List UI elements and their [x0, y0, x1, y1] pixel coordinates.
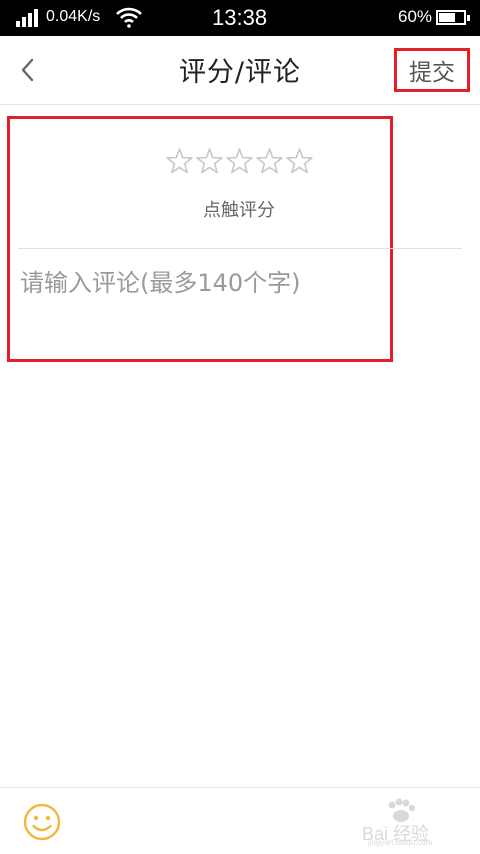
wifi-icon: [116, 7, 142, 28]
watermark-url: jingyan.baidu.com: [368, 838, 433, 847]
header: 评分/评论 提交: [0, 36, 480, 105]
star-icon[interactable]: [165, 147, 194, 176]
star-rating[interactable]: [165, 147, 314, 176]
tap-to-rate-label: 点触评分: [203, 200, 275, 221]
clock: 13:38: [212, 5, 268, 30]
smiley-icon[interactable]: [22, 802, 62, 842]
signal-icon: [16, 9, 42, 27]
star-icon[interactable]: [285, 147, 314, 176]
star-icon[interactable]: [195, 147, 224, 176]
baidu-watermark: Bai 经验 jingyan.baidu.com: [362, 798, 472, 847]
star-icon[interactable]: [255, 147, 284, 176]
bottom-bar: Bai 经验 jingyan.baidu.com: [0, 787, 480, 854]
battery-percent: 60%: [398, 7, 433, 26]
submit-button[interactable]: 提交: [394, 48, 470, 92]
network-speed: 0.04K/s: [46, 8, 101, 25]
battery-icon: [436, 10, 470, 25]
star-icon[interactable]: [225, 147, 254, 176]
divider: [18, 248, 462, 249]
status-bar: 0.04K/s 13:38 60%: [0, 0, 480, 36]
comment-input[interactable]: [20, 258, 450, 308]
